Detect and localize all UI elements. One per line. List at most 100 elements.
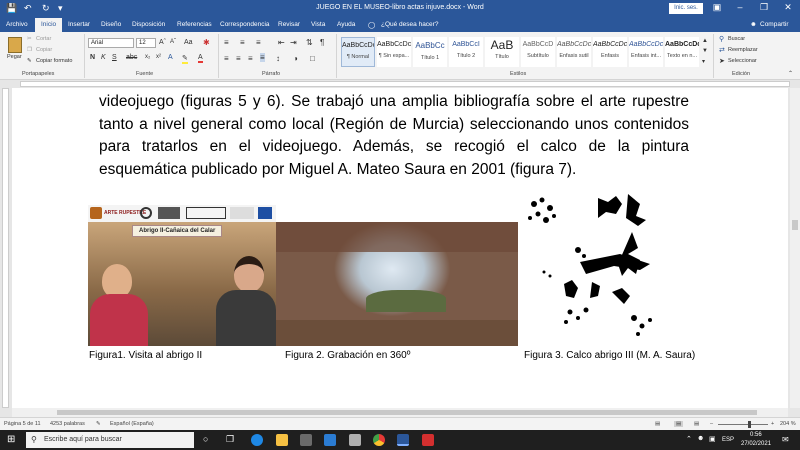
horizontal-scroll-thumb[interactable]: [57, 410, 757, 415]
styles-more-icon[interactable]: ▾: [702, 58, 705, 65]
italic-icon[interactable]: K: [101, 54, 106, 61]
tab-insertar[interactable]: Insertar: [68, 21, 90, 28]
web-layout-icon[interactable]: ▤: [694, 421, 699, 427]
tab-disposicion[interactable]: Disposición: [132, 21, 165, 28]
find-button[interactable]: Buscar: [728, 36, 745, 42]
windows-start-icon[interactable]: ⊞: [7, 434, 15, 445]
numbering-icon[interactable]: ≡: [240, 38, 245, 47]
show-hidden-icons-icon[interactable]: ⌃: [686, 435, 692, 443]
print-layout-icon[interactable]: ▤: [674, 421, 684, 427]
tab-correspondencia[interactable]: Correspondencia: [220, 21, 270, 28]
word-count[interactable]: 4253 palabras: [50, 421, 85, 427]
tab-ayuda[interactable]: Ayuda: [337, 21, 355, 28]
share-button[interactable]: Compartir: [760, 21, 789, 28]
align-left-icon[interactable]: ≡: [224, 54, 229, 63]
clear-format-icon[interactable]: ✱: [203, 38, 210, 47]
font-name-select[interactable]: Arial: [88, 38, 134, 48]
font-color-icon[interactable]: A: [198, 54, 203, 63]
zoom-slider-thumb[interactable]: [748, 421, 751, 428]
vertical-scroll-thumb[interactable]: [792, 220, 798, 230]
chrome-icon[interactable]: [373, 434, 385, 446]
cortana-icon[interactable]: ○: [203, 434, 208, 444]
tab-vista[interactable]: Vista: [311, 21, 325, 28]
underline-icon[interactable]: S: [112, 54, 117, 61]
superscript-icon[interactable]: x²: [156, 54, 161, 60]
tab-inicio[interactable]: Inicio: [35, 18, 63, 32]
app-icon[interactable]: [349, 434, 361, 446]
paste-icon[interactable]: [8, 37, 22, 53]
clock-date[interactable]: 27/02/2021: [741, 441, 771, 447]
task-view-icon[interactable]: ❐: [226, 434, 234, 445]
shrink-font-icon[interactable]: Aˇ: [170, 39, 176, 45]
subscript-icon[interactable]: x₂: [145, 54, 150, 60]
show-marks-icon[interactable]: ¶: [320, 38, 324, 47]
grow-font-icon[interactable]: Aˆ: [159, 39, 166, 46]
language-status[interactable]: Español (España): [110, 421, 154, 427]
style-texto-en-negrita[interactable]: AaBbCcDc Texto en n...: [665, 37, 699, 67]
paste-button[interactable]: Pegar: [7, 54, 22, 60]
horizontal-scrollbar[interactable]: [12, 408, 788, 417]
network-icon[interactable]: ▣: [709, 435, 716, 443]
line-spacing-icon[interactable]: ↕: [276, 54, 280, 63]
align-right-icon[interactable]: ≡: [248, 54, 253, 63]
tell-me-box[interactable]: ¿Qué desea hacer?: [381, 21, 438, 28]
store-icon[interactable]: [300, 434, 312, 446]
people-icon[interactable]: ☻: [697, 435, 704, 442]
vertical-scrollbar[interactable]: [790, 88, 800, 408]
bold-icon[interactable]: N: [90, 54, 95, 61]
word-icon[interactable]: [397, 434, 409, 446]
page-count[interactable]: Página 5 de 11: [4, 421, 41, 427]
acrobat-icon[interactable]: [422, 434, 434, 446]
document-page[interactable]: videojuego (figuras 5 y 6). Se trabajó u…: [12, 88, 788, 408]
font-size-select[interactable]: 12: [136, 38, 156, 48]
zoom-slider[interactable]: [718, 421, 768, 428]
edge-icon[interactable]: [251, 434, 263, 446]
style-titulo-2[interactable]: AaBbCcI Título 2: [449, 37, 483, 67]
notifications-icon[interactable]: ✉: [782, 435, 789, 444]
decrease-indent-icon[interactable]: ⇤: [278, 38, 285, 47]
copy-button[interactable]: Copiar: [36, 47, 52, 53]
style-enfasis-intenso[interactable]: AaBbCcDc Énfasis int...: [629, 37, 663, 67]
highlight-icon[interactable]: ✎: [182, 54, 188, 64]
bullets-icon[interactable]: ≡: [224, 38, 229, 47]
multilevel-list-icon[interactable]: ≡: [256, 38, 261, 47]
style-normal[interactable]: AaBbCcDc ¶ Normal: [341, 37, 375, 67]
select-button[interactable]: Seleccionar: [728, 58, 757, 64]
align-center-icon[interactable]: ≡: [236, 54, 241, 63]
shading-icon[interactable]: ◑: [293, 54, 298, 63]
sign-in-button[interactable]: Inic. ses.: [669, 3, 703, 14]
clock-time[interactable]: 0:56: [750, 432, 762, 438]
replace-button[interactable]: Reemplazar: [728, 47, 758, 53]
ribbon-display-icon[interactable]: ▣: [707, 2, 727, 13]
body-paragraph[interactable]: videojuego (figuras 5 y 6). Se trabajó u…: [99, 91, 689, 181]
style-enfasis-sutil[interactable]: AaBbCcDc Énfasis sutil: [557, 37, 591, 67]
collapse-ribbon-icon[interactable]: ⌃: [788, 70, 793, 77]
ruler-bar[interactable]: [20, 81, 790, 87]
text-effects-icon[interactable]: A: [168, 54, 173, 61]
borders-icon[interactable]: □: [310, 54, 315, 63]
tab-revisar[interactable]: Revisar: [278, 21, 300, 28]
mail-icon[interactable]: [324, 434, 336, 446]
close-button[interactable]: ✕: [778, 2, 798, 13]
strikethrough-icon[interactable]: abc: [126, 54, 137, 61]
minimize-button[interactable]: –: [730, 2, 750, 12]
justify-icon[interactable]: ≡: [260, 53, 265, 62]
style-subtitulo[interactable]: AaBbCcD Subtítulo: [521, 37, 555, 67]
zoom-in-icon[interactable]: +: [771, 421, 774, 427]
tab-diseno[interactable]: Diseño: [101, 21, 121, 28]
sort-icon[interactable]: ⇅: [306, 38, 313, 47]
style-titulo-1[interactable]: AaBbCc Título 1: [413, 37, 447, 67]
tab-referencias[interactable]: Referencias: [177, 21, 212, 28]
increase-indent-icon[interactable]: ⇥: [290, 38, 297, 47]
styles-scroll-down-icon[interactable]: ▼: [702, 48, 708, 54]
style-titulo[interactable]: AaB Título: [485, 37, 519, 67]
read-mode-icon[interactable]: ▤: [655, 421, 660, 427]
input-language[interactable]: ESP: [722, 437, 734, 443]
change-case-icon[interactable]: Aa: [184, 39, 193, 46]
tab-archivo[interactable]: Archivo: [6, 21, 28, 28]
zoom-level[interactable]: 204 %: [780, 421, 796, 427]
style-sin-espaciado[interactable]: AaBbCcDc ¶ Sin espa...: [377, 37, 411, 67]
taskbar-search-box[interactable]: ⚲ Escribe aquí para buscar: [26, 432, 194, 448]
maximize-button[interactable]: ❐: [754, 2, 774, 13]
styles-scroll-up-icon[interactable]: ▲: [702, 38, 708, 44]
